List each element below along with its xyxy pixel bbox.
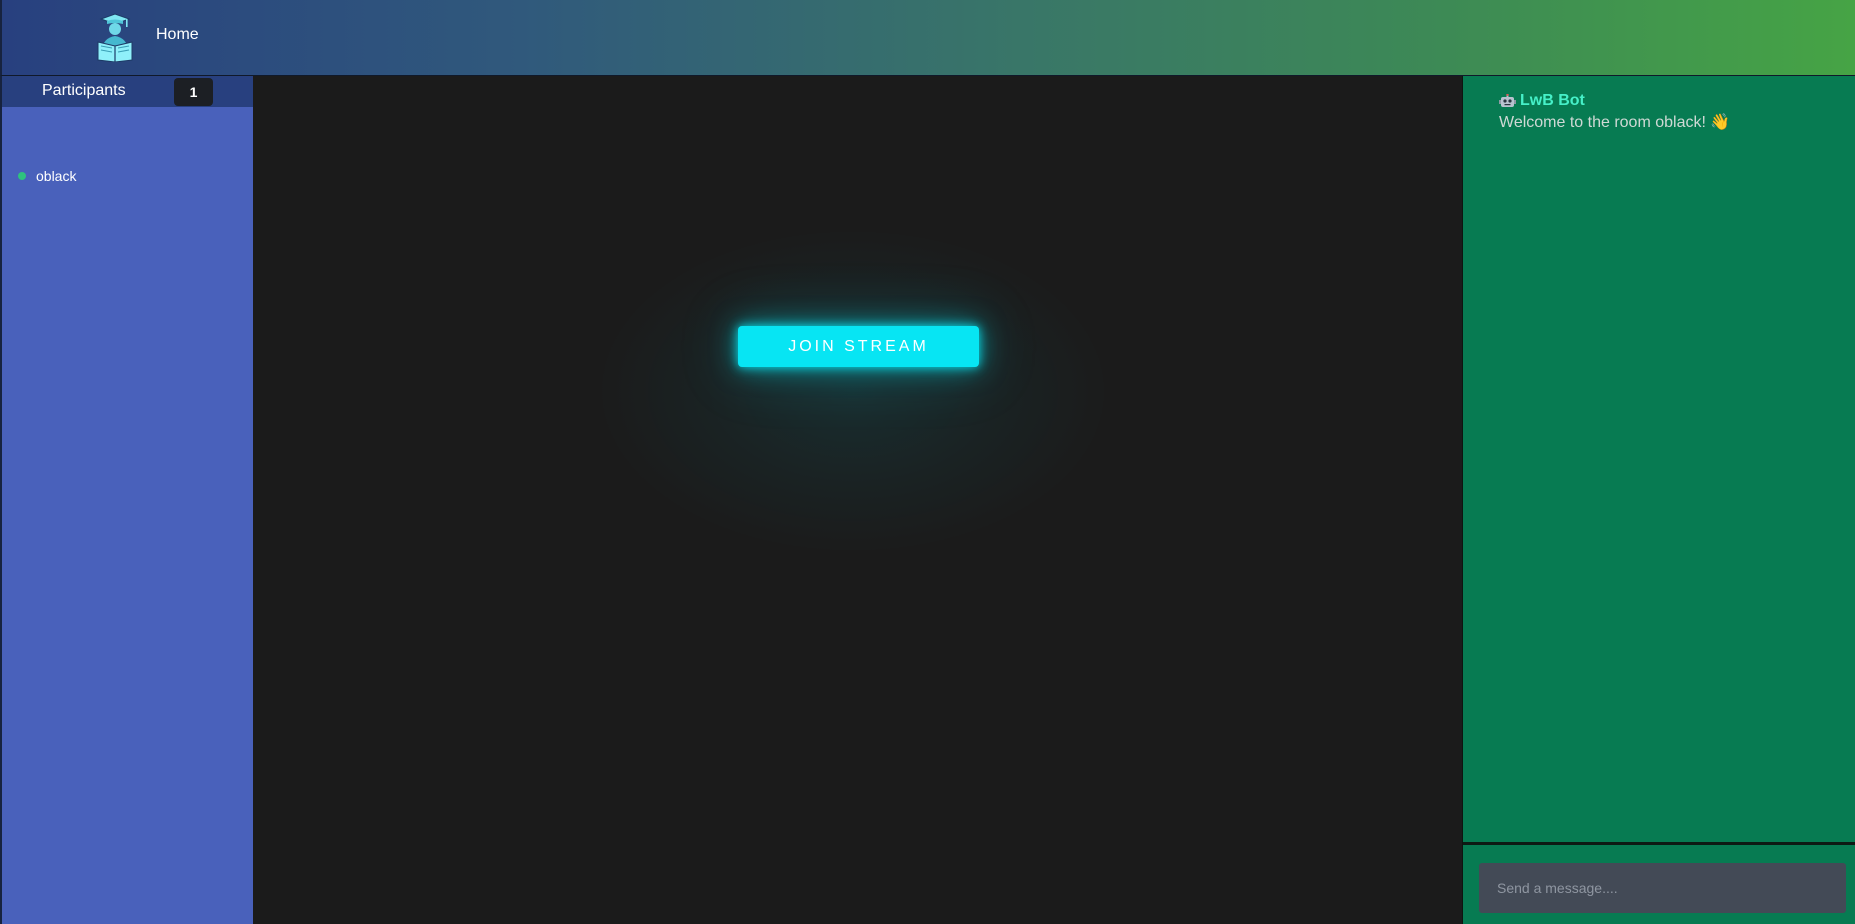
home-link[interactable]: Home [156,26,199,44]
message-sender-row: LwB Bot [1499,92,1730,110]
online-status-dot [18,172,26,180]
participant-name: oblack [36,168,77,184]
student-reading-book-icon[interactable] [95,12,135,62]
top-navbar: Home [0,0,1855,76]
stream-stage: JOIN STREAM [253,76,1462,924]
message-input[interactable] [1479,863,1846,913]
participants-header: Participants 1 [2,76,253,107]
participant-count-badge: 1 [174,78,213,106]
participants-title: Participants [42,82,126,99]
message-text-row: Welcome to the room oblack! 👋 [1499,112,1730,132]
chat-panel: LwB Bot Welcome to the room oblack! 👋 [1462,76,1855,924]
robot-icon [1499,93,1516,107]
join-stream-button[interactable]: JOIN STREAM [738,326,979,367]
participant-item[interactable]: oblack [18,168,76,184]
message-sender: LwB Bot [1520,92,1585,109]
message-text: Welcome to the room oblack! [1499,114,1706,131]
waving-hand-icon: 👋 [1710,114,1731,131]
participants-sidebar: Participants 1 oblack [0,76,253,924]
chat-message: LwB Bot Welcome to the room oblack! 👋 [1499,92,1730,132]
chat-divider [1463,842,1855,845]
button-glow [593,226,1113,556]
